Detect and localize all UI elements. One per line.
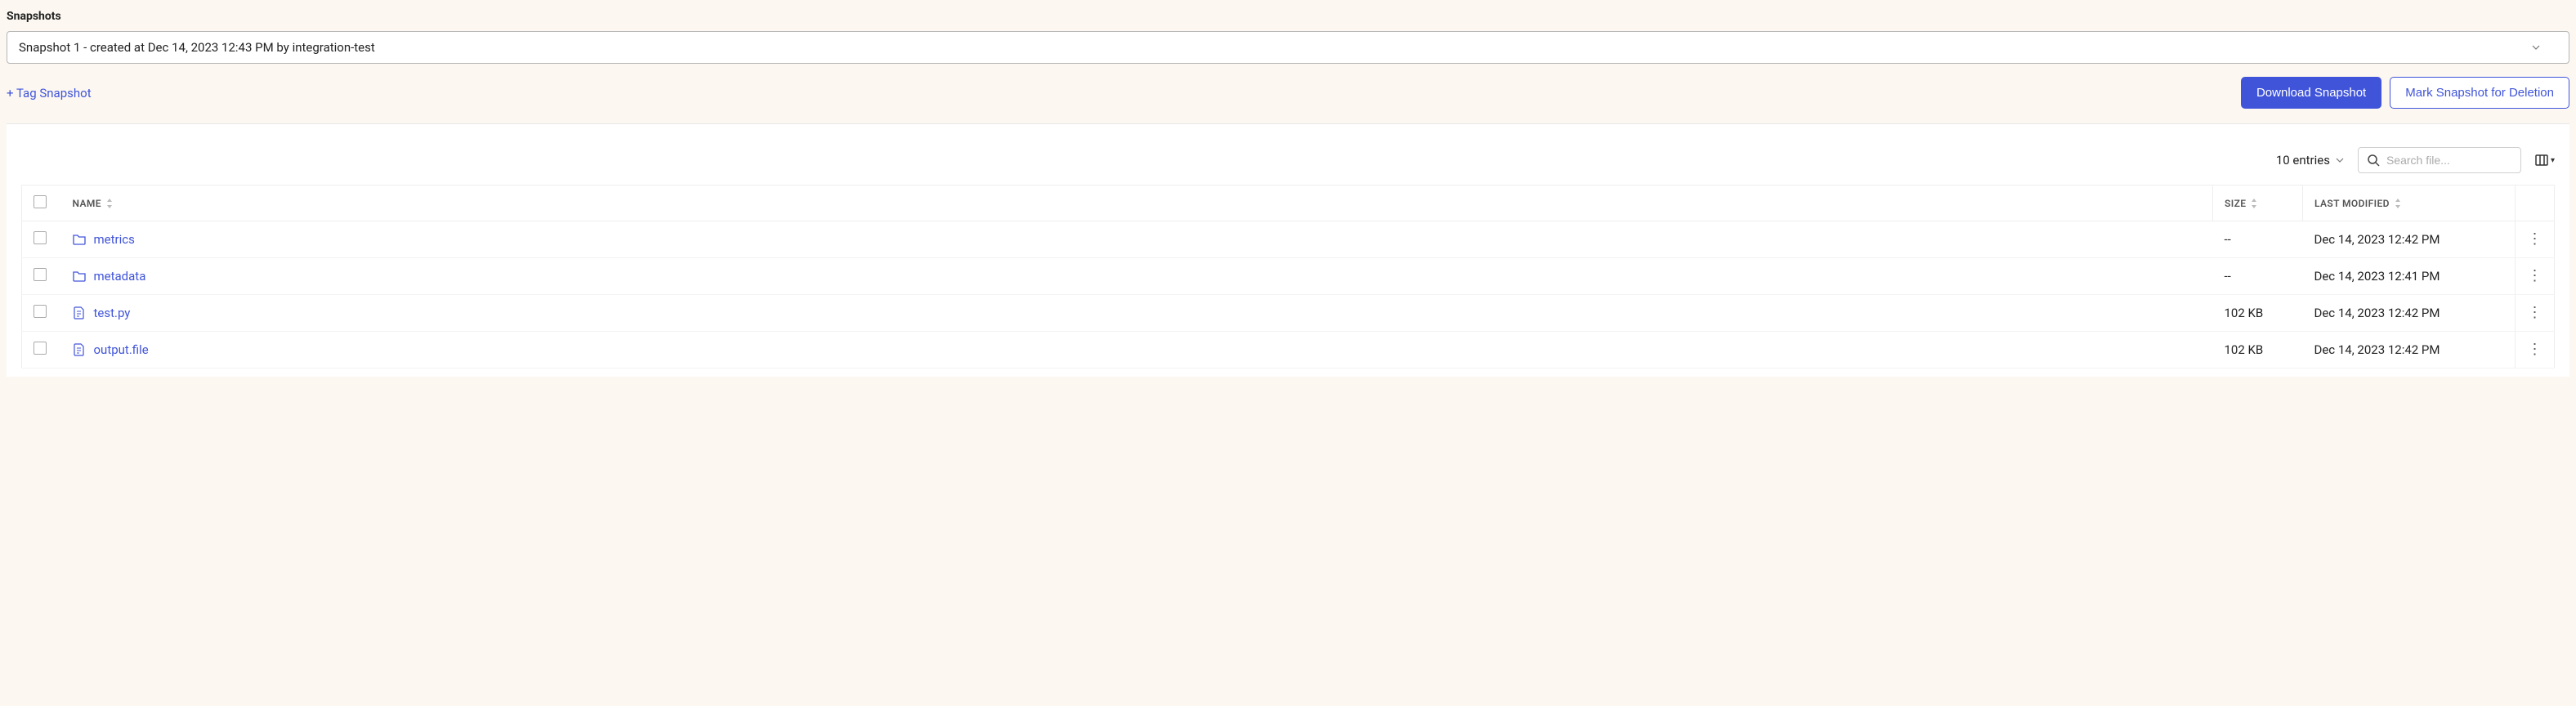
section-title: Snapshots	[7, 10, 2569, 23]
snapshot-select-value: Snapshot 1 - created at Dec 14, 2023 12:…	[19, 40, 375, 55]
row-checkbox[interactable]	[34, 268, 47, 281]
mark-for-deletion-button[interactable]: Mark Snapshot for Deletion	[2390, 77, 2569, 109]
file-icon	[73, 306, 86, 319]
columns-button[interactable]: ▾	[2534, 153, 2555, 168]
entries-label: 10 entries	[2276, 153, 2330, 168]
row-actions-menu[interactable]: ⋮	[2528, 267, 2542, 284]
file-table: Name Size	[21, 185, 2555, 369]
row-checkbox[interactable]	[34, 342, 47, 355]
row-checkbox[interactable]	[34, 231, 47, 244]
snapshot-select[interactable]: Snapshot 1 - created at Dec 14, 2023 12:…	[7, 31, 2569, 64]
file-size: 102 KB	[2213, 295, 2303, 332]
sort-icon	[2395, 199, 2401, 208]
file-size: --	[2213, 221, 2303, 258]
select-all-checkbox[interactable]	[34, 195, 47, 208]
table-row: test.py 102 KB Dec 14, 2023 12:42 PM ⋮	[22, 295, 2555, 332]
table-row: output.file 102 KB Dec 14, 2023 12:42 PM…	[22, 332, 2555, 369]
column-header-size[interactable]: Size	[2213, 185, 2303, 221]
file-modified: Dec 14, 2023 12:42 PM	[2303, 332, 2516, 369]
row-actions-menu[interactable]: ⋮	[2528, 304, 2542, 321]
row-checkbox[interactable]	[34, 305, 47, 318]
file-modified: Dec 14, 2023 12:42 PM	[2303, 221, 2516, 258]
folder-icon	[73, 233, 86, 246]
file-name-link[interactable]: metrics	[94, 232, 135, 247]
file-name-link[interactable]: test.py	[94, 306, 131, 320]
file-size: 102 KB	[2213, 332, 2303, 369]
row-actions-menu[interactable]: ⋮	[2528, 230, 2542, 248]
search-box[interactable]	[2358, 147, 2521, 173]
chevron-down-icon	[2531, 42, 2541, 52]
caret-down-icon: ▾	[2551, 156, 2555, 165]
file-icon	[73, 343, 86, 356]
column-header-name[interactable]: Name	[61, 185, 2213, 221]
folder-icon	[73, 270, 86, 283]
file-name-link[interactable]: metadata	[94, 269, 146, 284]
column-header-modified[interactable]: Last Modified	[2303, 185, 2516, 221]
sort-icon	[106, 199, 113, 208]
file-modified: Dec 14, 2023 12:41 PM	[2303, 258, 2516, 295]
row-actions-menu[interactable]: ⋮	[2528, 341, 2542, 358]
search-input[interactable]	[2386, 154, 2512, 167]
table-row: metrics -- Dec 14, 2023 12:42 PM ⋮	[22, 221, 2555, 258]
download-snapshot-button[interactable]: Download Snapshot	[2241, 77, 2381, 109]
file-name-link[interactable]: output.file	[94, 342, 149, 357]
file-modified: Dec 14, 2023 12:42 PM	[2303, 295, 2516, 332]
entries-select[interactable]: 10 entries	[2276, 153, 2345, 168]
search-icon	[2367, 154, 2380, 167]
file-panel: 10 entries ▾	[7, 123, 2569, 377]
sort-icon	[2251, 199, 2257, 208]
file-size: --	[2213, 258, 2303, 295]
tag-snapshot-link[interactable]: + Tag Snapshot	[7, 86, 92, 101]
chevron-down-icon	[2335, 155, 2345, 165]
columns-icon	[2534, 153, 2549, 168]
table-row: metadata -- Dec 14, 2023 12:41 PM ⋮	[22, 258, 2555, 295]
